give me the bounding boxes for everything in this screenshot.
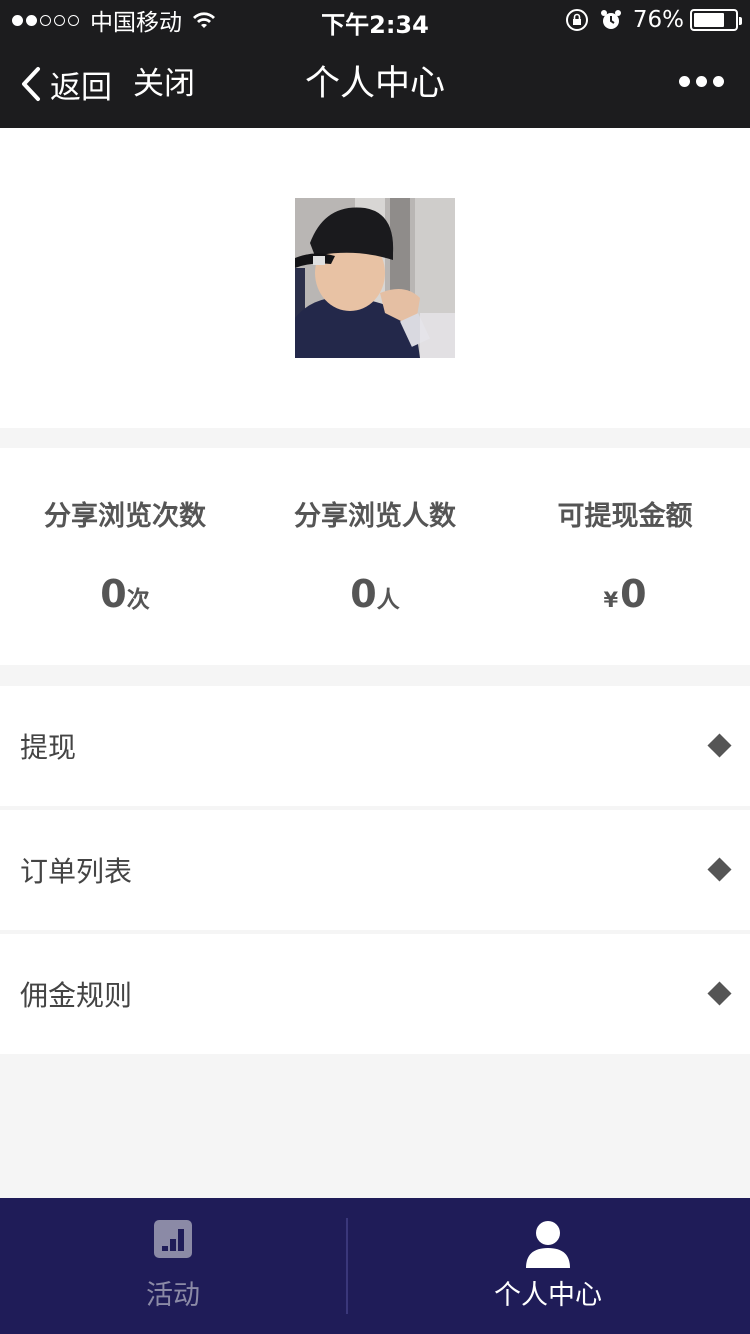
more-dot-icon — [713, 76, 724, 87]
more-menu-button[interactable] — [673, 76, 724, 87]
status-bar: 中国移动 下午2:34 76% — [0, 0, 750, 40]
currency-symbol: ¥ — [603, 588, 619, 612]
page-title: 个人中心 — [304, 64, 445, 104]
status-bar-right: 76% — [565, 6, 742, 34]
stat-number: 0 — [350, 572, 377, 616]
stats-panel: 分享浏览次数 0次 分享浏览人数 0人 可提现金额 ¥0 — [0, 448, 750, 665]
tab-label: 个人中心 — [494, 1280, 602, 1311]
rotation-lock-icon — [565, 9, 588, 31]
tab-label: 活动 — [146, 1280, 200, 1311]
stat-withdrawable-amount: 可提现金额 ¥0 — [500, 448, 750, 665]
diamond-arrow-icon — [707, 981, 732, 1006]
stat-unit: 人 — [376, 587, 400, 613]
menu-item-commission-rules[interactable]: 佣金规则 — [0, 934, 750, 1054]
stat-value: ¥0 — [500, 572, 750, 616]
user-icon — [526, 1221, 570, 1268]
diamond-arrow-icon — [707, 733, 732, 758]
nav-bar: 返回 关闭 个人中心 — [0, 40, 750, 128]
diamond-arrow-icon — [707, 857, 732, 882]
menu-item-label: 佣金规则 — [20, 979, 133, 1012]
battery-level — [694, 13, 724, 27]
battery-icon — [690, 9, 742, 31]
avatar[interactable] — [295, 198, 455, 358]
more-dot-icon — [679, 76, 690, 87]
stat-label: 分享浏览人数 — [294, 501, 456, 532]
menu-item-withdraw[interactable]: 提现 — [0, 686, 750, 806]
stat-share-visitors: 分享浏览人数 0人 — [250, 448, 500, 665]
stat-label: 可提现金额 — [557, 501, 693, 532]
stat-share-views: 分享浏览次数 0次 — [0, 448, 250, 665]
stat-number: 0 — [620, 572, 647, 616]
tab-profile[interactable]: 个人中心 — [346, 1198, 750, 1334]
stat-label: 分享浏览次数 — [44, 501, 206, 532]
battery-tip — [739, 17, 742, 25]
stat-value: 0人 — [250, 572, 500, 616]
more-dot-icon — [696, 76, 707, 87]
tab-bar: 活动 个人中心 — [0, 1198, 750, 1334]
avatar-photo — [295, 198, 455, 358]
alarm-clock-icon — [600, 10, 621, 29]
menu-item-label: 提现 — [20, 731, 77, 764]
menu-item-label: 订单列表 — [20, 855, 133, 888]
battery-percent: 76% — [632, 7, 684, 33]
activity-chart-icon — [154, 1220, 192, 1258]
menu-list: 提现 订单列表 佣金规则 — [0, 686, 750, 1058]
stat-value: 0次 — [0, 572, 250, 616]
stat-unit: 次 — [126, 587, 150, 613]
menu-item-order-list[interactable]: 订单列表 — [0, 810, 750, 930]
profile-header — [0, 128, 750, 428]
stat-number: 0 — [100, 572, 127, 616]
tab-activity[interactable]: 活动 — [0, 1198, 346, 1334]
top-bar: 中国移动 下午2:34 76% 返回 关闭 个人中心 — [0, 0, 750, 128]
